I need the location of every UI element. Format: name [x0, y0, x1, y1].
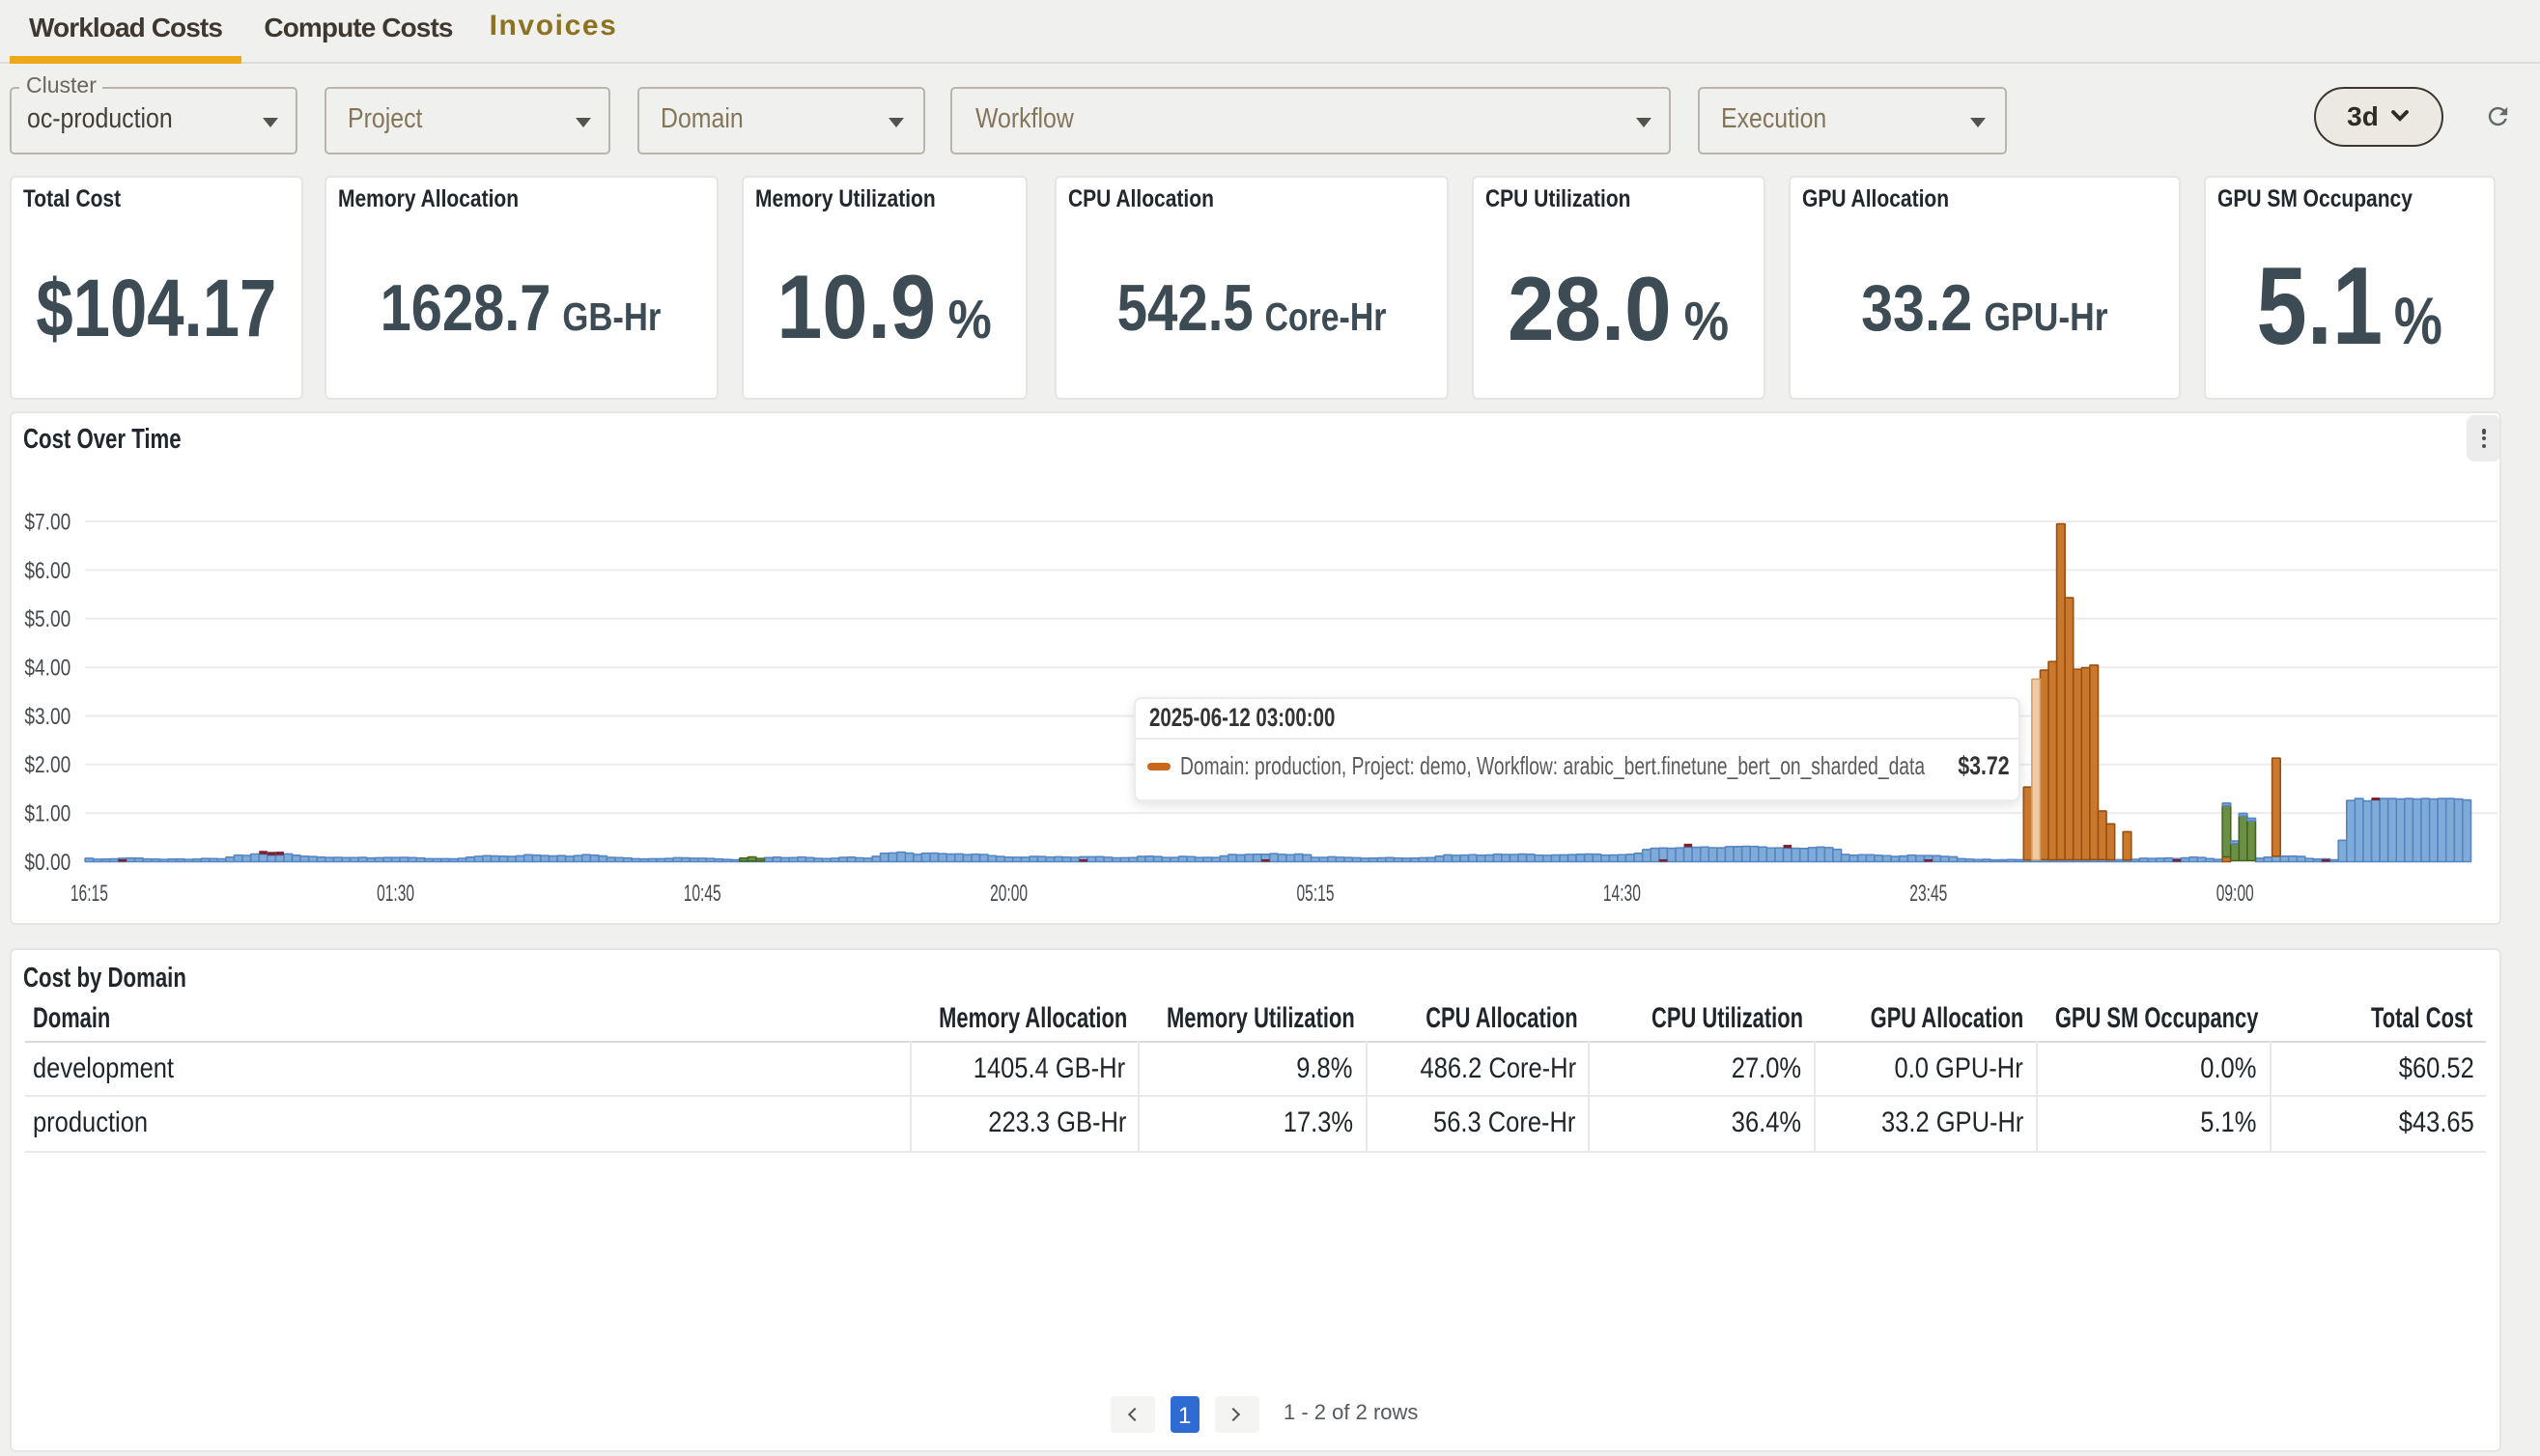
svg-text:$5.00: $5.00	[24, 605, 71, 631]
svg-text:$4.00: $4.00	[24, 655, 71, 681]
svg-text:05:15: 05:15	[1297, 880, 1335, 906]
svg-text:$2.00: $2.00	[24, 751, 71, 777]
svg-text:$1.00: $1.00	[24, 800, 71, 826]
svg-text:$3.00: $3.00	[24, 703, 71, 729]
svg-text:20:00: 20:00	[990, 880, 1028, 906]
svg-text:14:30: 14:30	[1603, 880, 1641, 906]
svg-text:09:00: 09:00	[2216, 880, 2254, 906]
svg-text:23:45: 23:45	[1909, 880, 1947, 906]
svg-text:10:45: 10:45	[684, 880, 721, 906]
svg-text:01:30: 01:30	[377, 880, 414, 906]
svg-text:$6.00: $6.00	[24, 557, 71, 583]
svg-text:16:15: 16:15	[71, 880, 108, 906]
svg-text:$7.00: $7.00	[24, 508, 71, 534]
svg-text:$0.00: $0.00	[24, 849, 71, 875]
